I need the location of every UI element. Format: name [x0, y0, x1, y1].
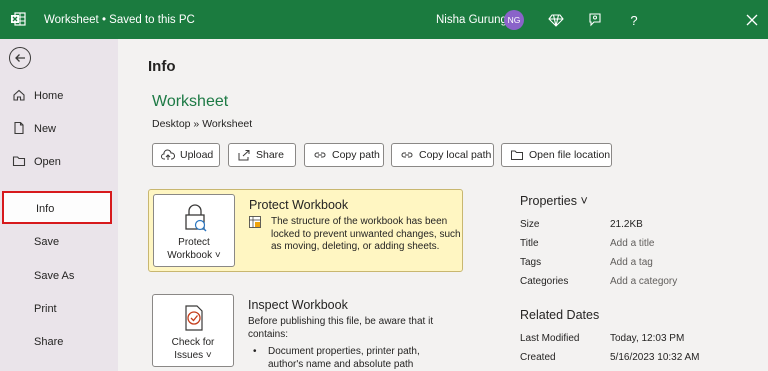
- check-issues-label: Check for: [171, 337, 215, 348]
- open-file-location-button[interactable]: Open file location: [501, 143, 612, 167]
- sidebar-item-label: Save: [34, 236, 60, 248]
- check-for-issues-button[interactable]: Check for Issues ˅: [152, 294, 234, 367]
- property-row-tags: Tags Add a tag: [520, 257, 760, 271]
- sidebar-item-label: Open: [34, 156, 61, 168]
- sidebar-item-label: Print: [34, 303, 57, 315]
- date-key: Created: [520, 352, 556, 363]
- sidebar-item-label: New: [34, 123, 57, 135]
- user-name[interactable]: Nisha Gurung: [436, 14, 507, 26]
- share-button[interactable]: Share: [228, 143, 296, 167]
- copy-path-button[interactable]: Copy path: [304, 143, 384, 167]
- sidebar-item-share[interactable]: Share: [0, 329, 118, 355]
- title-bar: Worksheet • Saved to this PC Nisha Gurun…: [0, 0, 768, 39]
- inspect-icon: [185, 305, 203, 331]
- folder-icon: [12, 156, 26, 167]
- copy-local-path-label: Copy local path: [419, 149, 492, 161]
- property-value: 21.2KB: [610, 219, 643, 230]
- link-icon: [314, 152, 326, 158]
- copy-path-label: Copy path: [332, 149, 380, 161]
- sidebar-item-open[interactable]: Open: [0, 149, 118, 175]
- backstage-sidebar: Home New Open Info Save Save As Print Sh…: [0, 39, 118, 371]
- inspect-workbook-title: Inspect Workbook: [248, 298, 348, 312]
- workbook-lock-icon: [249, 216, 261, 228]
- back-button[interactable]: [9, 47, 31, 69]
- upload-icon: [161, 149, 175, 160]
- date-row-last-modified: Last Modified Today, 12:03 PM: [520, 333, 760, 347]
- share-label: Share: [256, 149, 285, 161]
- tags-input[interactable]: Add a tag: [610, 257, 653, 268]
- date-value: Today, 12:03 PM: [610, 333, 685, 344]
- sidebar-item-home[interactable]: Home: [0, 83, 118, 109]
- protect-workbook-title: Protect Workbook: [249, 198, 349, 212]
- sidebar-item-label: Save As: [34, 270, 75, 282]
- sidebar-item-save-as[interactable]: Save As: [0, 263, 118, 289]
- info-panel: Info Worksheet Desktop » Worksheet Uploa…: [118, 39, 768, 371]
- lock-icon: [185, 204, 207, 232]
- date-key: Last Modified: [520, 333, 580, 344]
- new-file-icon: [14, 121, 24, 135]
- link-icon: [401, 152, 413, 158]
- property-row-categories: Categories Add a category: [520, 276, 760, 290]
- copy-local-path-button[interactable]: Copy local path: [391, 143, 494, 167]
- folder-icon: [511, 150, 523, 160]
- sidebar-item-info[interactable]: Info: [2, 191, 112, 224]
- sidebar-item-save[interactable]: Save: [0, 229, 118, 255]
- home-icon: [13, 89, 25, 101]
- check-issues-label-2: Issues ˅: [174, 350, 212, 361]
- protect-button-label: Protect: [178, 237, 210, 248]
- protect-button-label-2: Workbook ˅: [167, 250, 221, 261]
- inspect-workbook-description: Before publishing this file, be aware th…: [248, 316, 434, 340]
- sidebar-item-label: Share: [34, 336, 64, 348]
- property-row-size: Size 21.2KB: [520, 219, 760, 233]
- property-key: Size: [520, 219, 540, 230]
- protect-workbook-button[interactable]: Protect Workbook ˅: [153, 194, 235, 267]
- title-input[interactable]: Add a title: [610, 238, 654, 249]
- protect-workbook-description: The structure of the workbook has been l…: [271, 216, 461, 252]
- related-dates-heading: Related Dates: [520, 308, 600, 322]
- list-item: Document properties, printer path, autho…: [268, 346, 420, 370]
- property-key: Title: [520, 238, 539, 249]
- excel-app-icon[interactable]: [10, 11, 26, 27]
- properties-dropdown[interactable]: Properties ˅: [520, 194, 588, 208]
- feedback-icon[interactable]: [585, 10, 605, 30]
- sidebar-item-label: Home: [34, 90, 64, 102]
- open-file-location-label: Open file location: [529, 149, 611, 161]
- upload-button[interactable]: Upload: [152, 143, 220, 167]
- property-key: Categories: [520, 276, 569, 287]
- sidebar-item-label: Info: [36, 203, 55, 215]
- property-row-title: Title Add a title: [520, 238, 760, 252]
- protect-workbook-card: Protect Workbook ˅ Protect Workbook The …: [148, 189, 463, 272]
- inspect-workbook-card: Check for Issues ˅ Inspect Workbook Befo…: [148, 290, 463, 371]
- avatar[interactable]: NG: [504, 10, 524, 30]
- close-icon[interactable]: [742, 10, 762, 30]
- help-icon[interactable]: ?: [624, 10, 644, 30]
- share-icon: [238, 150, 250, 161]
- window-title: Worksheet • Saved to this PC: [44, 14, 195, 26]
- property-key: Tags: [520, 257, 542, 268]
- upload-label: Upload: [180, 149, 214, 161]
- page-title: Info: [148, 58, 176, 75]
- categories-input[interactable]: Add a category: [610, 276, 677, 287]
- bullet-icon: •: [253, 346, 257, 357]
- document-title: Worksheet: [152, 93, 229, 110]
- sidebar-item-print[interactable]: Print: [0, 296, 118, 322]
- sidebar-item-new[interactable]: New: [0, 116, 118, 142]
- date-value: 5/16/2023 10:32 AM: [610, 352, 700, 363]
- breadcrumb: Desktop » Worksheet: [152, 118, 253, 130]
- date-row-created: Created 5/16/2023 10:32 AM: [520, 352, 760, 366]
- diamond-icon[interactable]: [546, 10, 566, 30]
- arrow-left-icon: [15, 54, 25, 62]
